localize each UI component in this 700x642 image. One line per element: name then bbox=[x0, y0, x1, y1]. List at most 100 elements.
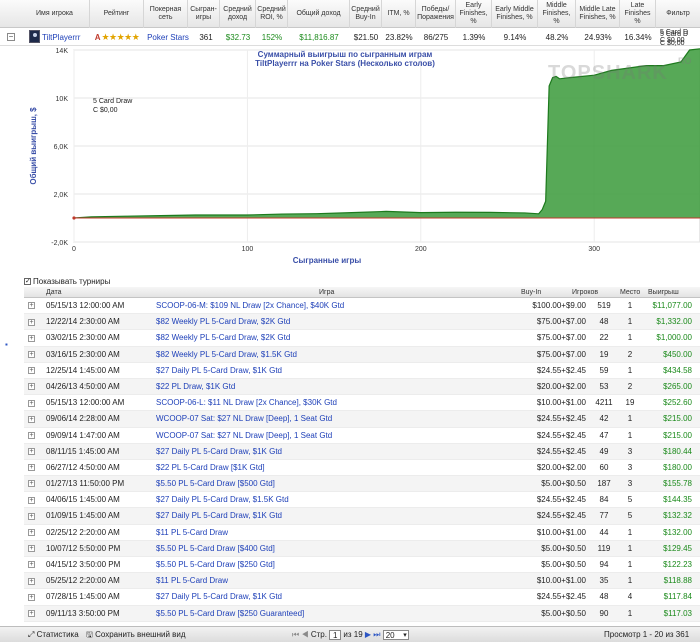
col-network[interactable]: Покерная сеть bbox=[144, 0, 188, 28]
plus-icon[interactable]: + bbox=[28, 415, 35, 423]
row-game[interactable]: SCOOP-06-M: $109 NL Draw [2x Chance], $4… bbox=[156, 298, 496, 314]
page-size-select[interactable]: 20 bbox=[382, 629, 409, 640]
col-player-name[interactable]: Имя игрока bbox=[20, 0, 90, 28]
player-network[interactable]: Poker Stars bbox=[144, 28, 192, 46]
show-tournaments-toggle[interactable]: ✓ Показывать турниры bbox=[24, 277, 110, 286]
plus-icon[interactable]: + bbox=[28, 577, 35, 585]
row-expand[interactable]: + bbox=[28, 330, 36, 346]
row-game[interactable]: $11 PL 5-Card Draw bbox=[156, 573, 496, 589]
row-game[interactable]: $5.50 PL 5-Card Draw [$250 Gtd] bbox=[156, 557, 496, 573]
tournament-row[interactable]: +04/15/12 3:50:00 PM $5.50 PL 5-Card Draw… bbox=[24, 557, 700, 574]
row-expand[interactable]: + bbox=[28, 525, 36, 541]
stats-button[interactable]: ⤢ Статистика bbox=[28, 627, 79, 642]
row-expand[interactable]: + bbox=[28, 492, 36, 508]
row-expand[interactable]: + bbox=[28, 347, 36, 363]
row-game[interactable]: $5.50 PL 5-Card Draw [$400 Gtd] bbox=[156, 541, 496, 557]
show-tournaments-checkbox[interactable]: ✓ bbox=[24, 278, 31, 285]
plus-icon[interactable]: + bbox=[28, 529, 35, 537]
row-expand[interactable]: + bbox=[28, 411, 36, 427]
row-expand[interactable]: + bbox=[28, 363, 36, 379]
tournament-row[interactable]: +12/25/14 1:45:00 AM $27 Daily PL 5-Card … bbox=[24, 363, 700, 379]
row-expand[interactable]: + bbox=[28, 460, 36, 476]
row-game[interactable]: WCOOP-07 Sat: $27 NL Draw [Deep], 1 Seat… bbox=[156, 428, 496, 444]
row-game[interactable]: $27 Daily PL 5-Card Draw, $1K Gtd bbox=[156, 508, 496, 524]
first-page-icon[interactable]: ⏮ bbox=[292, 630, 299, 639]
prev-page-icon[interactable]: ◀ bbox=[301, 630, 308, 639]
col-rating[interactable]: Рейтинг bbox=[90, 0, 144, 28]
plus-icon[interactable]: + bbox=[28, 302, 35, 310]
row-expand[interactable]: + bbox=[28, 314, 36, 330]
row-expand[interactable]: + bbox=[28, 444, 36, 460]
plus-icon[interactable]: + bbox=[28, 496, 35, 504]
next-page-icon[interactable]: ▶ bbox=[365, 630, 371, 639]
col-filter[interactable]: Фильтр bbox=[656, 0, 700, 28]
tournament-row[interactable]: +04/06/15 1:45:00 AM $27 Daily PL 5-Card … bbox=[24, 492, 700, 509]
tournament-row[interactable]: +03/16/15 2:30:00 AM $82 Weekly PL 5-Card… bbox=[24, 346, 700, 363]
row-expand[interactable]: + bbox=[28, 541, 36, 557]
plus-icon[interactable]: + bbox=[28, 367, 35, 375]
tournament-row[interactable]: +01/27/13 11:50:00 PM $5.50 PL 5-Card Dra… bbox=[24, 476, 700, 493]
tournament-row[interactable]: +05/15/13 12:00:00 AM SCOOP-06-M: $109 NL… bbox=[24, 298, 700, 315]
col-late-finishes[interactable]: Late Finishes % bbox=[620, 0, 656, 28]
col-middle-late-finishes[interactable]: Middle Late Finishes, % bbox=[576, 0, 620, 28]
tournament-row[interactable]: +01/09/15 1:45:00 AM $27 Daily PL 5-Card … bbox=[24, 508, 700, 525]
row-game[interactable]: $27 Daily PL 5-Card Draw, $1K Gtd bbox=[156, 589, 496, 605]
th-players[interactable]: Игроков bbox=[572, 287, 598, 298]
player-name[interactable]: TiltPlayerrr bbox=[42, 33, 80, 42]
col-total-profit[interactable]: Общий доход bbox=[288, 0, 350, 28]
plus-icon[interactable]: + bbox=[28, 545, 35, 553]
tournament-row[interactable]: +07/28/15 1:45:00 AM $27 Daily PL 5-Card … bbox=[24, 589, 700, 606]
tournament-row[interactable]: +08/11/15 1:45:00 AM $27 Daily PL 5-Card … bbox=[24, 443, 700, 460]
plus-icon[interactable]: + bbox=[28, 334, 35, 342]
tournament-row[interactable]: +09/09/14 1:47:00 AM WCOOP-07 Sat: $27 NL… bbox=[24, 428, 700, 444]
plus-icon[interactable]: + bbox=[28, 593, 35, 601]
save-view-button[interactable]: 🖫 Сохранить внешний вид bbox=[86, 627, 186, 642]
th-buyin[interactable]: Buy-In bbox=[521, 287, 541, 298]
row-expand[interactable]: + bbox=[28, 606, 36, 622]
plus-icon[interactable]: + bbox=[28, 512, 35, 520]
th-game[interactable]: Игра bbox=[319, 287, 334, 298]
row-game[interactable]: $5.50 PL 5-Card Draw [$250 Guaranteed] bbox=[156, 606, 496, 622]
row-game[interactable]: $27 Daily PL 5-Card Draw, $1K Gtd bbox=[156, 444, 496, 460]
col-avg-roi[interactable]: Средний ROI, % bbox=[256, 0, 288, 28]
plus-icon[interactable]: + bbox=[28, 350, 35, 358]
last-page-icon[interactable]: ⏭ bbox=[373, 630, 380, 639]
col-wins-losses[interactable]: Победы/ Поражения bbox=[416, 0, 456, 28]
col-avg-buyin[interactable]: Средний Buy-In bbox=[350, 0, 382, 28]
tournament-row[interactable]: +10/07/12 5:50:00 PM $5.50 PL 5-Card Draw… bbox=[24, 540, 700, 557]
plus-icon[interactable]: + bbox=[28, 383, 35, 391]
row-expand[interactable]: + bbox=[28, 508, 36, 524]
row-game[interactable]: $27 Daily PL 5-Card Draw, $1.5K Gtd bbox=[156, 492, 496, 508]
tournament-row[interactable]: +06/27/12 4:50:00 AM $22 PL 5-Card Draw [… bbox=[24, 460, 700, 477]
tournament-row[interactable]: +02/25/12 2:20:00 AM $11 PL 5-Card Draw $1… bbox=[24, 525, 700, 541]
tournament-row[interactable]: +05/15/13 12:00:00 AM SCOOP-06-L: $11 NL … bbox=[24, 395, 700, 412]
side-handle-icon[interactable]: ▪ bbox=[5, 340, 10, 349]
player-name-link[interactable]: TiltPlayerrr bbox=[42, 28, 90, 46]
tournament-row[interactable]: +12/22/14 2:30:00 AM $82 Weekly PL 5-Card… bbox=[24, 314, 700, 331]
row-expand[interactable]: + bbox=[28, 379, 36, 395]
row-game[interactable]: $22 PL Draw, $1K Gtd bbox=[156, 379, 496, 395]
row-expand[interactable]: + bbox=[28, 476, 36, 492]
plus-icon[interactable]: + bbox=[28, 561, 35, 569]
row-game[interactable]: SCOOP-06-L: $11 NL Draw [2x Chance], $30… bbox=[156, 395, 496, 411]
row-expand[interactable]: + bbox=[28, 428, 36, 444]
row-expand[interactable]: + bbox=[28, 573, 36, 589]
row-game[interactable]: $82 Weekly PL 5-Card Draw, $2K Gtd bbox=[156, 314, 496, 330]
row-game[interactable]: WCOOP-07 Sat: $27 NL Draw [Deep], 1 Seat… bbox=[156, 411, 496, 427]
plus-icon[interactable]: + bbox=[28, 399, 35, 407]
row-expand[interactable]: + bbox=[28, 395, 36, 411]
plus-icon[interactable]: + bbox=[28, 431, 35, 439]
collapse-icon[interactable]: − bbox=[7, 33, 15, 41]
row-game[interactable]: $82 Weekly PL 5-Card Draw, $1.5K Gtd bbox=[156, 347, 496, 363]
tournament-row[interactable]: +03/02/15 2:30:00 AM $82 Weekly PL 5-Card… bbox=[24, 330, 700, 347]
row-expand[interactable]: + bbox=[28, 589, 36, 605]
row-expand[interactable]: + bbox=[28, 557, 36, 573]
col-itm[interactable]: ITM, % bbox=[382, 0, 416, 28]
col-early-finishes[interactable]: Early Finishes, % bbox=[456, 0, 492, 28]
plus-icon[interactable]: + bbox=[28, 464, 35, 472]
row-game[interactable]: $82 Weekly PL 5-Card Draw, $2K Gtd bbox=[156, 330, 496, 346]
col-avg-profit[interactable]: Средний доход bbox=[220, 0, 256, 28]
plus-icon[interactable]: + bbox=[28, 448, 35, 456]
plus-icon[interactable]: + bbox=[28, 609, 35, 617]
tournament-row[interactable]: +09/06/14 2:28:00 AM WCOOP-07 Sat: $27 NL… bbox=[24, 411, 700, 428]
